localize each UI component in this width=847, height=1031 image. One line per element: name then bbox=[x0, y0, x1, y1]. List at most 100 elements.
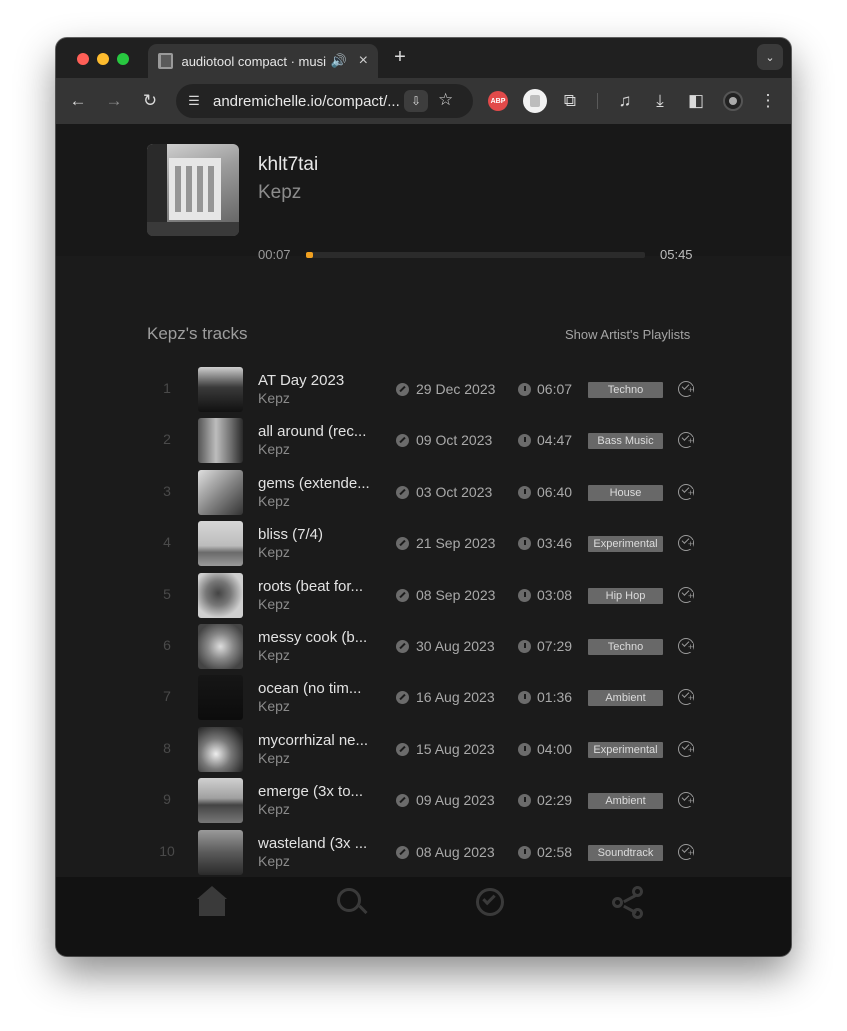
browser-tab[interactable]: audiotool compact · music 🔊 × bbox=[148, 44, 378, 78]
track-title[interactable]: messy cook (b... bbox=[258, 629, 367, 646]
save-track-icon[interactable] bbox=[678, 432, 694, 449]
download-icon[interactable]: ⤓ bbox=[648, 89, 672, 113]
track-row[interactable]: 8 mycorrhizal ne... Kepz 15 Aug 2023 04:00 Ex… bbox=[56, 724, 791, 775]
install-app-icon[interactable]: ⇩ bbox=[404, 90, 428, 112]
track-title[interactable]: AT Day 2023 bbox=[258, 372, 344, 389]
track-artist[interactable]: Kepz bbox=[258, 853, 290, 869]
track-thumbnail[interactable] bbox=[198, 675, 243, 721]
url-text[interactable]: andremichelle.io/compact/... bbox=[213, 93, 400, 110]
genre-badge[interactable]: House bbox=[588, 484, 663, 501]
profile-avatar[interactable] bbox=[723, 91, 743, 111]
track-artist[interactable]: Kepz bbox=[258, 441, 290, 457]
minimize-window-button[interactable] bbox=[97, 53, 109, 65]
track-artist[interactable]: Kepz bbox=[258, 698, 290, 714]
track-row[interactable]: 3 gems (extende... Kepz 03 Oct 2023 06:40 Hou… bbox=[56, 467, 791, 518]
track-row[interactable]: 5 roots (beat for... Kepz 08 Sep 2023 03:08 H… bbox=[56, 570, 791, 621]
genre-badge[interactable]: Ambient bbox=[588, 690, 663, 707]
extensions-puzzle-icon[interactable]: ⧉ bbox=[558, 89, 582, 113]
progress-bar[interactable] bbox=[306, 252, 645, 258]
save-track-icon[interactable] bbox=[678, 689, 694, 706]
save-track-icon[interactable] bbox=[678, 535, 694, 552]
calendar-icon bbox=[396, 588, 409, 602]
save-track-icon[interactable] bbox=[678, 638, 694, 654]
save-track-icon[interactable] bbox=[678, 843, 694, 860]
track-title[interactable]: ocean (no tim... bbox=[258, 680, 361, 697]
track-row[interactable]: 9 emerge (3x to... Kepz 09 Aug 2023 02:29 Amb… bbox=[56, 775, 791, 826]
now-playing-cover[interactable] bbox=[147, 144, 239, 236]
genre-badge[interactable]: Experimental bbox=[588, 741, 663, 758]
track-thumbnail[interactable] bbox=[198, 726, 243, 772]
address-bar[interactable]: ☰ andremichelle.io/compact/... ⇩ ☆ bbox=[176, 84, 473, 118]
track-row[interactable]: 2 all around (rec... Kepz 09 Oct 2023 04:47 B… bbox=[56, 415, 791, 466]
adblock-plus-icon[interactable]: ABP bbox=[488, 91, 508, 111]
speaker-icon[interactable]: 🔊 bbox=[330, 53, 346, 69]
track-artist[interactable]: Kepz bbox=[258, 647, 290, 663]
genre-badge[interactable]: Bass Music bbox=[588, 433, 663, 450]
track-artist[interactable]: Kepz bbox=[258, 801, 290, 817]
extension-icon[interactable] bbox=[523, 89, 547, 113]
track-row[interactable]: 7 ocean (no tim... Kepz 16 Aug 2023 01:36 Amb… bbox=[56, 672, 791, 723]
track-row[interactable]: 6 messy cook (b... Kepz 30 Aug 2023 07:29 Tec… bbox=[56, 621, 791, 672]
track-thumbnail[interactable] bbox=[198, 367, 243, 412]
track-artist[interactable]: Kepz bbox=[258, 390, 290, 406]
side-panel-icon[interactable]: ◧ bbox=[684, 89, 708, 113]
tab-search-button[interactable]: ⌄ bbox=[757, 44, 783, 70]
track-thumbnail[interactable] bbox=[198, 572, 243, 618]
share-icon[interactable] bbox=[612, 886, 646, 920]
genre-badge[interactable]: Ambient bbox=[588, 793, 663, 810]
track-title[interactable]: all around (rec... bbox=[258, 423, 366, 440]
track-artist[interactable]: Kepz bbox=[258, 596, 290, 612]
save-track-icon[interactable] bbox=[678, 381, 694, 397]
genre-badge[interactable]: Soundtrack bbox=[588, 844, 663, 861]
search-icon[interactable] bbox=[335, 886, 369, 920]
save-track-icon[interactable] bbox=[678, 740, 694, 757]
show-playlists-link[interactable]: Show Artist's Playlists bbox=[565, 327, 690, 342]
site-settings-icon[interactable]: ☰ bbox=[184, 91, 204, 111]
track-list: 1AT Day 2023Kepz29 Dec 202306:07Techno2a… bbox=[56, 364, 791, 917]
bookmark-star-icon[interactable]: ☆ bbox=[438, 90, 453, 110]
now-playing-artist[interactable]: Kepz bbox=[258, 182, 301, 204]
track-row[interactable]: 10 wasteland (3x ... Kepz 08 Aug 2023 02:58 S… bbox=[56, 827, 791, 878]
home-icon[interactable] bbox=[195, 886, 229, 920]
calendar-icon bbox=[396, 691, 409, 705]
forward-arrow-icon[interactable]: → bbox=[102, 89, 126, 113]
track-artist[interactable]: Kepz bbox=[258, 493, 290, 509]
track-duration: 04:47 bbox=[537, 432, 573, 449]
now-playing-panel: khlt7tai Kepz bbox=[56, 124, 791, 256]
save-track-icon[interactable] bbox=[678, 483, 694, 500]
track-row[interactable]: 1 AT Day 2023 Kepz 29 Dec 2023 06:07 Techno bbox=[56, 364, 791, 415]
reload-icon[interactable]: ↻ bbox=[138, 89, 162, 113]
back-arrow-icon[interactable]: ← bbox=[66, 89, 90, 113]
track-title[interactable]: emerge (3x to... bbox=[258, 783, 363, 800]
save-track-icon[interactable] bbox=[678, 792, 694, 809]
toolbar-divider bbox=[597, 93, 598, 109]
track-row[interactable]: 4 bliss (7/4) Kepz 21 Sep 2023 03:46 Experime… bbox=[56, 518, 791, 569]
track-artist[interactable]: Kepz bbox=[258, 544, 290, 560]
track-thumbnail[interactable] bbox=[198, 469, 243, 515]
genre-badge[interactable]: Experimental bbox=[588, 536, 663, 553]
track-artist[interactable]: Kepz bbox=[258, 750, 290, 766]
track-thumbnail[interactable] bbox=[198, 624, 243, 669]
track-title[interactable]: roots (beat for... bbox=[258, 578, 363, 595]
now-playing-title[interactable]: khlt7tai bbox=[258, 154, 318, 176]
track-title[interactable]: wasteland (3x ... bbox=[258, 835, 367, 852]
track-title[interactable]: gems (extende... bbox=[258, 475, 370, 492]
track-number: 7 bbox=[163, 688, 171, 705]
tab-close-icon[interactable]: × bbox=[359, 52, 368, 70]
genre-badge[interactable]: Techno bbox=[588, 382, 663, 398]
genre-badge[interactable]: Techno bbox=[588, 639, 663, 655]
genre-badge[interactable]: Hip Hop bbox=[588, 587, 663, 604]
track-thumbnail[interactable] bbox=[198, 418, 243, 464]
track-title[interactable]: mycorrhizal ne... bbox=[258, 732, 368, 749]
new-tab-button[interactable]: + bbox=[390, 46, 410, 69]
menu-kebab-icon[interactable]: ⋮ bbox=[756, 89, 780, 113]
media-controls-icon[interactable]: ♫ bbox=[613, 89, 637, 113]
track-title[interactable]: bliss (7/4) bbox=[258, 526, 323, 543]
save-track-icon[interactable] bbox=[678, 586, 694, 603]
track-thumbnail[interactable] bbox=[198, 778, 243, 824]
close-window-button[interactable] bbox=[77, 53, 89, 65]
saved-icon[interactable] bbox=[474, 886, 508, 920]
track-thumbnail[interactable] bbox=[198, 829, 243, 875]
maximize-window-button[interactable] bbox=[117, 53, 129, 65]
track-thumbnail[interactable] bbox=[198, 521, 243, 567]
